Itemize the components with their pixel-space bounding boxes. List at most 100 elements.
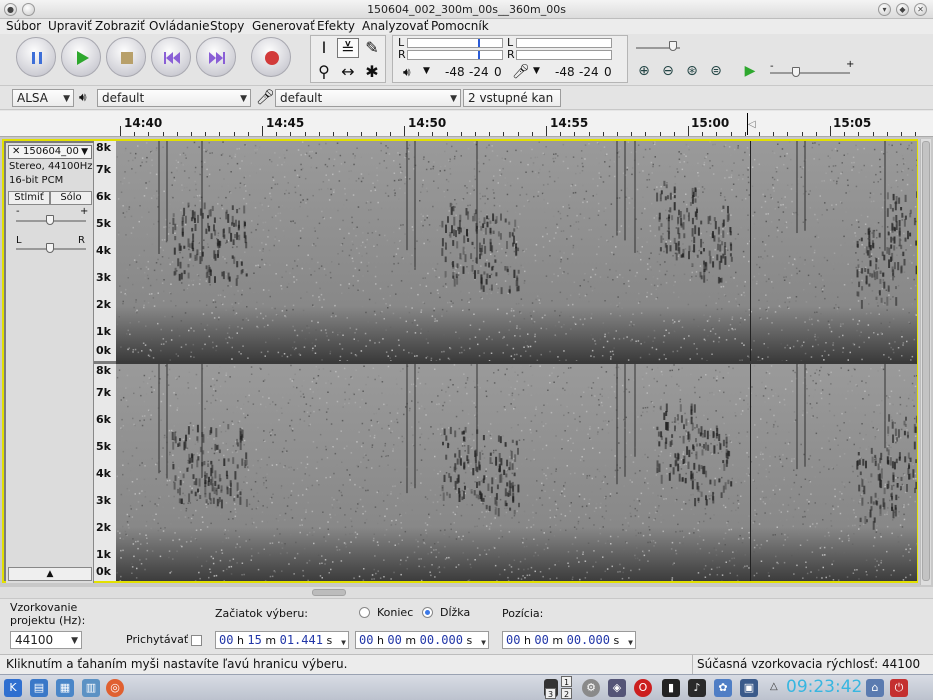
output-device-select[interactable]: default ▼ xyxy=(97,89,251,107)
spectrogram-left-channel[interactable] xyxy=(116,141,917,361)
envelope-tool-icon[interactable]: ≚ xyxy=(337,38,359,58)
fit-project-icon[interactable]: ⊜ xyxy=(706,61,726,81)
ruler-tick xyxy=(901,132,902,136)
ruler-tick xyxy=(858,132,859,136)
audio-position-field[interactable]: 00 h 00 m 00.000 s ▼ xyxy=(502,631,636,649)
selection-tool-icon[interactable]: I xyxy=(313,38,335,58)
chevron-down-icon: ▼ xyxy=(240,94,247,104)
opera-icon[interactable]: O xyxy=(634,679,652,697)
fit-selection-icon[interactable]: ⊛ xyxy=(682,61,702,81)
pager-desktop-1[interactable]: 1 xyxy=(561,676,572,687)
speed-slider[interactable] xyxy=(792,67,800,77)
multi-tool-icon[interactable]: ✱ xyxy=(361,62,383,82)
freq-label: 2k xyxy=(96,298,111,311)
media-player-icon[interactable]: ♪ xyxy=(688,679,706,697)
horizontal-scrollbar[interactable] xyxy=(0,587,933,598)
gain-slider[interactable] xyxy=(46,215,54,225)
length-radio[interactable] xyxy=(422,607,433,618)
chevron-down-icon[interactable]: ▼ xyxy=(628,635,633,651)
menu-file[interactable]: Súbor xyxy=(6,19,41,33)
end-radio[interactable] xyxy=(359,607,370,618)
play-button[interactable] xyxy=(61,37,101,77)
stop-button[interactable] xyxy=(106,37,146,77)
audio-host-value: ALSA xyxy=(17,91,48,105)
maximize-icon[interactable]: ◆ xyxy=(896,3,909,16)
vertical-scroll-thumb[interactable] xyxy=(922,141,930,581)
pager-desktop-3[interactable]: 3 xyxy=(545,688,556,699)
solo-button[interactable]: Sólo xyxy=(50,191,92,205)
documents-icon[interactable]: ▥ xyxy=(82,679,100,697)
konsole-icon[interactable]: ▮ xyxy=(662,679,680,697)
zoom-tool-icon[interactable]: ⚲ xyxy=(313,62,335,82)
network-icon[interactable]: ◈ xyxy=(608,679,626,697)
skip-start-button[interactable] xyxy=(151,37,191,77)
selection-start-field[interactable]: 00 h 15 m 01.441 s ▼ xyxy=(215,631,349,649)
ruler-tick xyxy=(390,132,391,136)
menu-transport[interactable]: Ovládanie xyxy=(149,19,210,33)
audacity-task-icon[interactable]: ◎ xyxy=(106,679,124,697)
playback-speed-slider[interactable] xyxy=(669,41,677,51)
snap-checkbox[interactable] xyxy=(191,635,202,646)
audio-host-select[interactable]: ALSA ▼ xyxy=(12,89,74,107)
record-button[interactable] xyxy=(251,37,291,77)
close-icon[interactable]: ✕ xyxy=(914,3,927,16)
zoom-in-icon[interactable]: ⊕ xyxy=(634,61,654,81)
freq-label: 7k xyxy=(96,386,111,399)
menu-effects[interactable]: Efekty xyxy=(317,19,355,33)
microphone-icon[interactable]: 🎤︎ xyxy=(512,64,530,80)
pager-desktop-2[interactable]: 2 xyxy=(561,688,572,699)
timeline-ruler[interactable]: 14:40 14:45 14:50 14:55 15:00 15:05 ◁ xyxy=(0,111,933,137)
timeline-tick-label: 14:55 xyxy=(550,116,589,130)
speaker-icon[interactable]: 🔊︎ xyxy=(403,65,411,80)
input-device-select[interactable]: default ▼ xyxy=(275,89,461,107)
zoom-out-icon[interactable]: ⊖ xyxy=(658,61,678,81)
close-icon[interactable]: ✕ xyxy=(12,146,20,158)
lock-screen-icon[interactable]: ⌂ xyxy=(866,679,884,697)
ruler-tick xyxy=(262,126,263,136)
kde-menu-icon[interactable]: K xyxy=(4,679,22,697)
chevron-up-icon[interactable]: △ xyxy=(770,681,778,692)
ruler-tick xyxy=(276,132,277,136)
output-device-value: default xyxy=(102,91,145,105)
freq-label: 4k xyxy=(96,244,111,257)
selection-length-field[interactable]: 00 h 00 m 00.000 s ▼ xyxy=(355,631,489,649)
project-rate-select[interactable]: 44100 ▼ xyxy=(10,631,82,649)
chevron-down-icon[interactable]: ▼ xyxy=(423,66,430,76)
file-manager-icon[interactable]: ▤ xyxy=(30,679,48,697)
graphics-icon[interactable]: ✿ xyxy=(714,679,732,697)
collapse-track-button[interactable]: ▲ xyxy=(8,567,92,581)
mute-button[interactable]: Stlmiť xyxy=(8,191,50,205)
display-icon[interactable]: ▣ xyxy=(740,679,758,697)
chevron-down-icon[interactable]: ▼ xyxy=(533,66,540,76)
chevron-down-icon[interactable]: ▼ xyxy=(81,146,88,158)
timeshift-tool-icon[interactable]: ↔ xyxy=(337,62,359,82)
pause-button[interactable] xyxy=(16,37,56,77)
chevron-down-icon[interactable]: ▼ xyxy=(481,635,486,651)
input-channels-select[interactable]: 2 vstupné kan xyxy=(463,89,561,107)
track-name-button[interactable]: ✕ 150604_00 ▼ xyxy=(8,145,92,159)
desktop-icon[interactable]: ▦ xyxy=(56,679,74,697)
pan-slider[interactable] xyxy=(46,243,54,253)
skip-end-button[interactable] xyxy=(196,37,236,77)
draw-tool-icon[interactable]: ✎ xyxy=(361,38,383,58)
vertical-scrollbar[interactable] xyxy=(920,139,931,585)
menu-edit[interactable]: Upraviť xyxy=(48,19,92,33)
menu-view[interactable]: Zobraziť xyxy=(95,19,145,33)
play-at-speed-icon[interactable]: ▶ xyxy=(740,61,760,81)
track-bits: 16-bit PCM xyxy=(9,175,64,186)
ruler-tick xyxy=(361,132,362,136)
chevron-down-icon[interactable]: ▼ xyxy=(341,635,346,651)
menu-tracks[interactable]: Stopy xyxy=(210,19,244,33)
ruler-tick xyxy=(163,132,164,136)
chevron-down-icon[interactable]: ▾ xyxy=(878,3,891,16)
gain-plus-label: + xyxy=(80,206,89,217)
gear-icon[interactable]: ⚙ xyxy=(582,679,600,697)
spectrogram-right-channel[interactable] xyxy=(116,364,917,581)
menu-help[interactable]: Pomocník xyxy=(431,19,489,33)
horizontal-scroll-thumb[interactable] xyxy=(312,589,346,596)
menu-analyze[interactable]: Analyzovať xyxy=(362,19,428,33)
position-hours: 00 xyxy=(506,633,521,647)
logout-icon[interactable]: ⏻ xyxy=(890,679,908,697)
menu-generate[interactable]: Generovať xyxy=(252,19,315,33)
audio-track[interactable]: ✕ 150604_00 ▼ Stereo, 44100Hz 16-bit PCM… xyxy=(2,139,918,583)
